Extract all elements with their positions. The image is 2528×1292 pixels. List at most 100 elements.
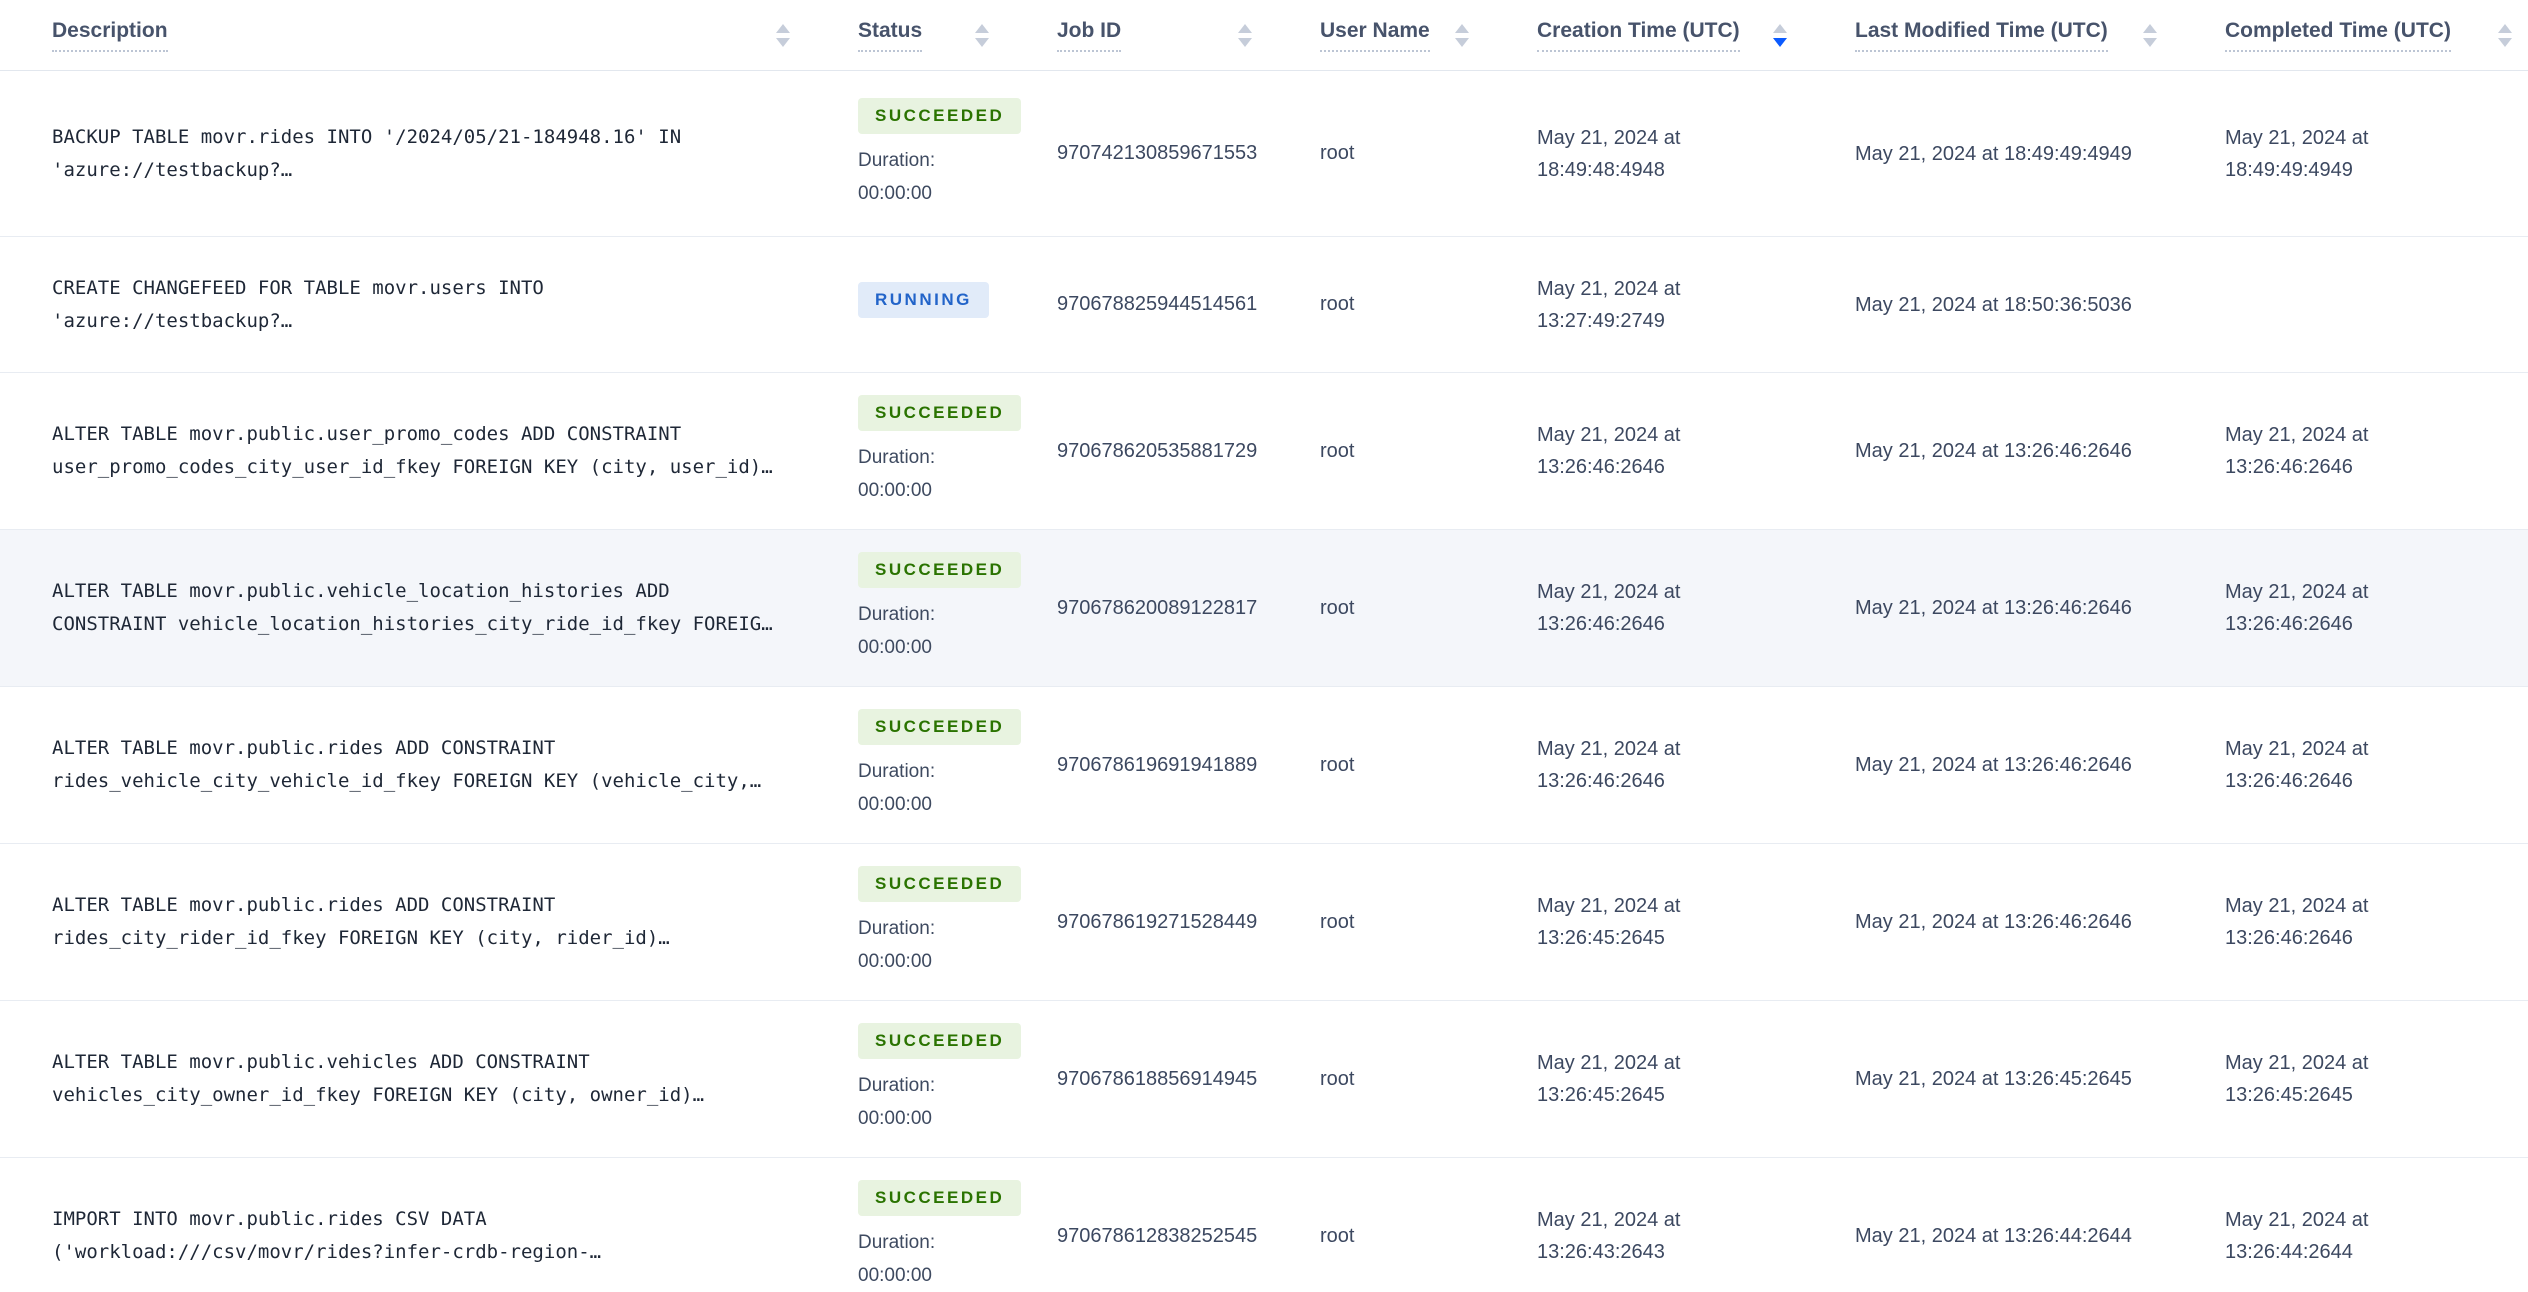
job-status-cell: SUCCEEDED Duration: 00:00:00: [806, 860, 1022, 984]
duration-label: Duration:: [858, 1075, 936, 1096]
status-badge: SUCCEEDED: [858, 1023, 1022, 1059]
creation-time-line: 18:49:48:4948: [1537, 158, 1665, 181]
completed-time: May 21, 2024 at 13:26:46:2646: [2173, 413, 2528, 489]
job-id: 970678618856914945: [1057, 1067, 1258, 1090]
creation-time-line: May 21, 2024 at: [1537, 738, 1681, 760]
completed-time: [2173, 299, 2528, 311]
table-row[interactable]: ALTER TABLE movr.public.rides ADD CONSTR…: [0, 844, 2528, 1001]
creation-time: May 21, 2024 at 13:26:43:2643: [1485, 1198, 1803, 1274]
job-description: ALTER TABLE movr.public.user_promo_codes…: [0, 412, 806, 490]
column-header-job-id[interactable]: Job ID: [1005, 0, 1268, 70]
status-badge: RUNNING: [858, 281, 989, 318]
last-modified-time: May 21, 2024 at 18:50:36:5036: [1803, 283, 2173, 327]
completed-time-line: 13:26:46:2646: [2225, 927, 2353, 949]
column-header-creation-time-utc[interactable]: Creation Time (UTC): [1485, 0, 1803, 70]
creation-time-line: 13:26:45:2645: [1537, 1084, 1665, 1106]
job-status-cell: SUCCEEDED Duration: 00:00:00: [806, 1017, 1022, 1141]
table-row[interactable]: ALTER TABLE movr.public.vehicle_location…: [0, 530, 2528, 687]
description-line: ALTER TABLE movr.public.rides ADD CONSTR…: [52, 894, 556, 916]
job-id: 970678612838252545: [1057, 1224, 1258, 1247]
table-row[interactable]: ALTER TABLE movr.public.rides ADD CONSTR…: [0, 687, 2528, 844]
description-line: BACKUP TABLE movr.rides INTO '/2024/05/2…: [52, 125, 682, 148]
creation-time-line: May 21, 2024 at: [1537, 1052, 1681, 1074]
last-modified-time-line: May 21, 2024 at 13:26:46:2646: [1855, 597, 2132, 619]
completed-time: May 21, 2024 at 13:26:44:2644: [2173, 1198, 2528, 1274]
sort-desc-icon: [1773, 37, 1787, 47]
last-modified-time-line: May 21, 2024 at 18:50:36:5036: [1855, 293, 2132, 316]
column-header-status[interactable]: Status: [806, 0, 1005, 70]
sort-desc-icon: [776, 37, 790, 47]
creation-time-line: 13:26:43:2643: [1537, 1241, 1665, 1263]
job-id: 970678619691941889: [1057, 753, 1258, 776]
table-row[interactable]: ALTER TABLE movr.public.vehicles ADD CON…: [0, 1001, 2528, 1158]
duration-value: 00:00:00: [858, 951, 932, 972]
creation-time-line: 13:26:46:2646: [1537, 456, 1665, 478]
job-description: IMPORT INTO movr.public.rides CSV DATA (…: [0, 1197, 806, 1275]
column-header-last-modified-time-utc[interactable]: Last Modified Time (UTC): [1803, 0, 2173, 70]
duration-label: Duration:: [858, 447, 936, 468]
creation-time-line: 13:26:45:2645: [1537, 927, 1665, 949]
job-status-cell: SUCCEEDED Duration: 00:00:00: [806, 546, 1022, 670]
column-header-description[interactable]: Description: [0, 0, 806, 70]
description-line: user_promo_codes_city_user_id_fkey FOREI…: [52, 456, 773, 478]
column-header-completed-time-utc[interactable]: Completed Time (UTC): [2173, 0, 2528, 70]
duration-value: 00:00:00: [858, 1108, 932, 1129]
last-modified-time: May 21, 2024 at 13:26:46:2646: [1803, 743, 2173, 787]
job-description: ALTER TABLE movr.public.vehicles ADD CON…: [0, 1040, 806, 1118]
column-header-label: Status: [858, 19, 923, 52]
description-line: ALTER TABLE movr.public.rides ADD CONSTR…: [52, 737, 556, 759]
duration-value: 00:00:00: [858, 637, 932, 658]
creation-time: May 21, 2024 at 13:26:45:2645: [1485, 884, 1803, 960]
completed-time-line: May 21, 2024 at: [2225, 581, 2369, 603]
creation-time-line: May 21, 2024 at: [1537, 277, 1681, 300]
table-header-row: Description Status Job ID User Name Crea…: [0, 0, 2528, 71]
column-header-label: User Name: [1320, 19, 1430, 52]
duration-value: 00:00:00: [858, 182, 932, 204]
completed-time-line: 18:49:49:4949: [2225, 158, 2353, 181]
sort-desc-icon: [2498, 37, 2512, 47]
table-row[interactable]: IMPORT INTO movr.public.rides CSV DATA (…: [0, 1158, 2528, 1292]
completed-time-line: May 21, 2024 at: [2225, 895, 2369, 917]
duration-label: Duration:: [858, 918, 936, 939]
job-status-cell: SUCCEEDED Duration: 00:00:00: [806, 389, 1022, 513]
last-modified-time-line: May 21, 2024 at 13:26:45:2645: [1855, 1068, 2132, 1090]
sort-asc-icon: [776, 23, 790, 33]
column-header-user-name[interactable]: User Name: [1268, 0, 1485, 70]
sort-arrows-icon: [2498, 23, 2512, 47]
last-modified-time-line: May 21, 2024 at 13:26:46:2646: [1855, 911, 2132, 933]
status-badge: SUCCEEDED: [858, 97, 1022, 134]
creation-time-line: May 21, 2024 at: [1537, 424, 1681, 446]
sort-asc-icon: [2498, 23, 2512, 33]
sort-desc-icon: [975, 37, 989, 47]
sort-asc-icon: [975, 23, 989, 33]
job-status-cell: SUCCEEDED Duration: 00:00:00: [806, 1174, 1022, 1292]
table-row[interactable]: BACKUP TABLE movr.rides INTO '/2024/05/2…: [0, 71, 2528, 237]
description-line: 'azure://testbackup?…: [52, 158, 293, 181]
completed-time-line: 13:26:46:2646: [2225, 770, 2353, 792]
table-row[interactable]: CREATE CHANGEFEED FOR TABLE movr.users I…: [0, 237, 2528, 373]
creation-time-line: May 21, 2024 at: [1537, 895, 1681, 917]
last-modified-time-line: May 21, 2024 at 13:26:44:2644: [1855, 1225, 2132, 1247]
description-line: CREATE CHANGEFEED FOR TABLE movr.users I…: [52, 276, 544, 299]
jobs-table: Description Status Job ID User Name Crea…: [0, 0, 2528, 1292]
duration-label: Duration:: [858, 1232, 936, 1253]
sort-asc-icon: [1455, 23, 1469, 33]
last-modified-time: May 21, 2024 at 13:26:44:2644: [1803, 1214, 2173, 1258]
creation-time: May 21, 2024 at 13:26:45:2645: [1485, 1041, 1803, 1117]
column-header-label: Completed Time (UTC): [2225, 19, 2451, 52]
description-line: rides_city_rider_id_fkey FOREIGN KEY (ci…: [52, 927, 670, 949]
completed-time-line: 13:26:45:2645: [2225, 1084, 2353, 1106]
last-modified-time-line: May 21, 2024 at 18:49:49:4949: [1855, 142, 2132, 165]
description-line: ALTER TABLE movr.public.user_promo_codes…: [52, 423, 682, 445]
user-name: root: [1320, 1224, 1355, 1247]
duration-value: 00:00:00: [858, 1265, 932, 1286]
column-header-label: Last Modified Time (UTC): [1855, 19, 2108, 52]
sort-arrows-icon: [776, 23, 790, 47]
user-name: root: [1320, 439, 1355, 462]
completed-time: May 21, 2024 at 18:49:49:4949: [2173, 116, 2528, 192]
job-description: ALTER TABLE movr.public.rides ADD CONSTR…: [0, 883, 806, 961]
duration-label: Duration:: [858, 761, 936, 782]
last-modified-time-line: May 21, 2024 at 13:26:46:2646: [1855, 440, 2132, 462]
table-body: BACKUP TABLE movr.rides INTO '/2024/05/2…: [0, 71, 2528, 1292]
table-row[interactable]: ALTER TABLE movr.public.user_promo_codes…: [0, 373, 2528, 530]
